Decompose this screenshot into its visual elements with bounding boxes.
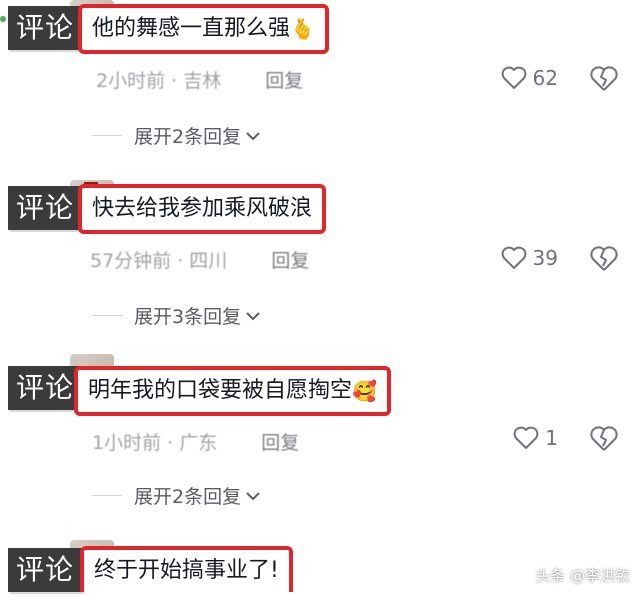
comment-text-highlight: 明年我的口袋要被自愿掏空🥰 xyxy=(74,366,391,416)
broken-heart-icon xyxy=(590,66,618,91)
chevron-down-icon xyxy=(246,311,260,320)
comment-text: 终于开始搞事业了! xyxy=(94,558,279,583)
comment-tag-label: 评论 xyxy=(8,6,83,50)
expand-replies-button[interactable]: 展开3条回复 xyxy=(92,302,261,329)
comment-time-location: 1小时前 · 广东 xyxy=(92,432,218,454)
divider-line xyxy=(92,315,122,316)
chevron-down-icon xyxy=(246,491,260,500)
broken-heart-icon xyxy=(590,426,618,451)
status-dot xyxy=(0,16,6,22)
divider-line xyxy=(92,135,122,136)
broken-heart-icon xyxy=(590,246,618,271)
heart-icon xyxy=(501,246,526,269)
comment-meta: 57分钟前 · 四川 回复 xyxy=(90,246,309,273)
like-count: 1 xyxy=(545,426,558,450)
comment-text-highlight: 快去给我参加乘风破浪 xyxy=(78,184,327,234)
comment-text-highlight: 他的舞感一直那么强🫰 xyxy=(78,4,329,54)
comment-text: 他的舞感一直那么强 xyxy=(92,16,291,41)
like-count: 39 xyxy=(532,246,558,270)
comment-tag-label: 评论 xyxy=(8,366,83,410)
comment-meta: 2小时前 · 吉林 回复 xyxy=(96,66,303,93)
dislike-button[interactable] xyxy=(590,246,618,276)
heart-icon xyxy=(501,66,526,89)
like-count: 62 xyxy=(532,66,558,90)
comment-tag-label: 评论 xyxy=(8,548,83,592)
watermark: 头条 @李洪钦 xyxy=(535,567,630,585)
comment-tag-label: 评论 xyxy=(8,186,83,230)
comment-text: 快去给我参加乘风破浪 xyxy=(92,196,313,221)
reply-button[interactable]: 回复 xyxy=(271,250,309,272)
like-button[interactable]: 62 xyxy=(501,66,558,90)
expand-replies-button[interactable]: 展开2条回复 xyxy=(92,122,261,149)
expand-replies-button[interactable]: 展开2条回复 xyxy=(92,482,261,509)
reply-button[interactable]: 回复 xyxy=(261,432,299,454)
divider-line xyxy=(92,495,122,496)
comment-text-highlight: 终于开始搞事业了! xyxy=(80,546,293,592)
reply-button[interactable]: 回复 xyxy=(265,70,303,92)
smiling-hearts-emoji-icon: 🥰 xyxy=(352,379,377,403)
chevron-down-icon xyxy=(246,131,260,140)
like-button[interactable]: 39 xyxy=(501,246,558,270)
expand-replies-label: 展开2条回复 xyxy=(134,126,242,148)
heart-icon xyxy=(513,426,539,449)
comment-meta: 1小时前 · 广东 回复 xyxy=(92,428,299,455)
comment-time-location: 57分钟前 · 四川 xyxy=(90,250,228,272)
like-button[interactable]: 1 xyxy=(513,426,558,450)
dislike-button[interactable] xyxy=(590,66,618,96)
comment-text: 明年我的口袋要被自愿掏空 xyxy=(88,378,353,403)
dislike-button[interactable] xyxy=(590,426,618,456)
comment-time-location: 2小时前 · 吉林 xyxy=(96,70,222,92)
expand-replies-label: 展开2条回复 xyxy=(134,486,242,508)
expand-replies-label: 展开3条回复 xyxy=(134,306,242,328)
finger-heart-emoji-icon: 🫰 xyxy=(290,17,315,41)
